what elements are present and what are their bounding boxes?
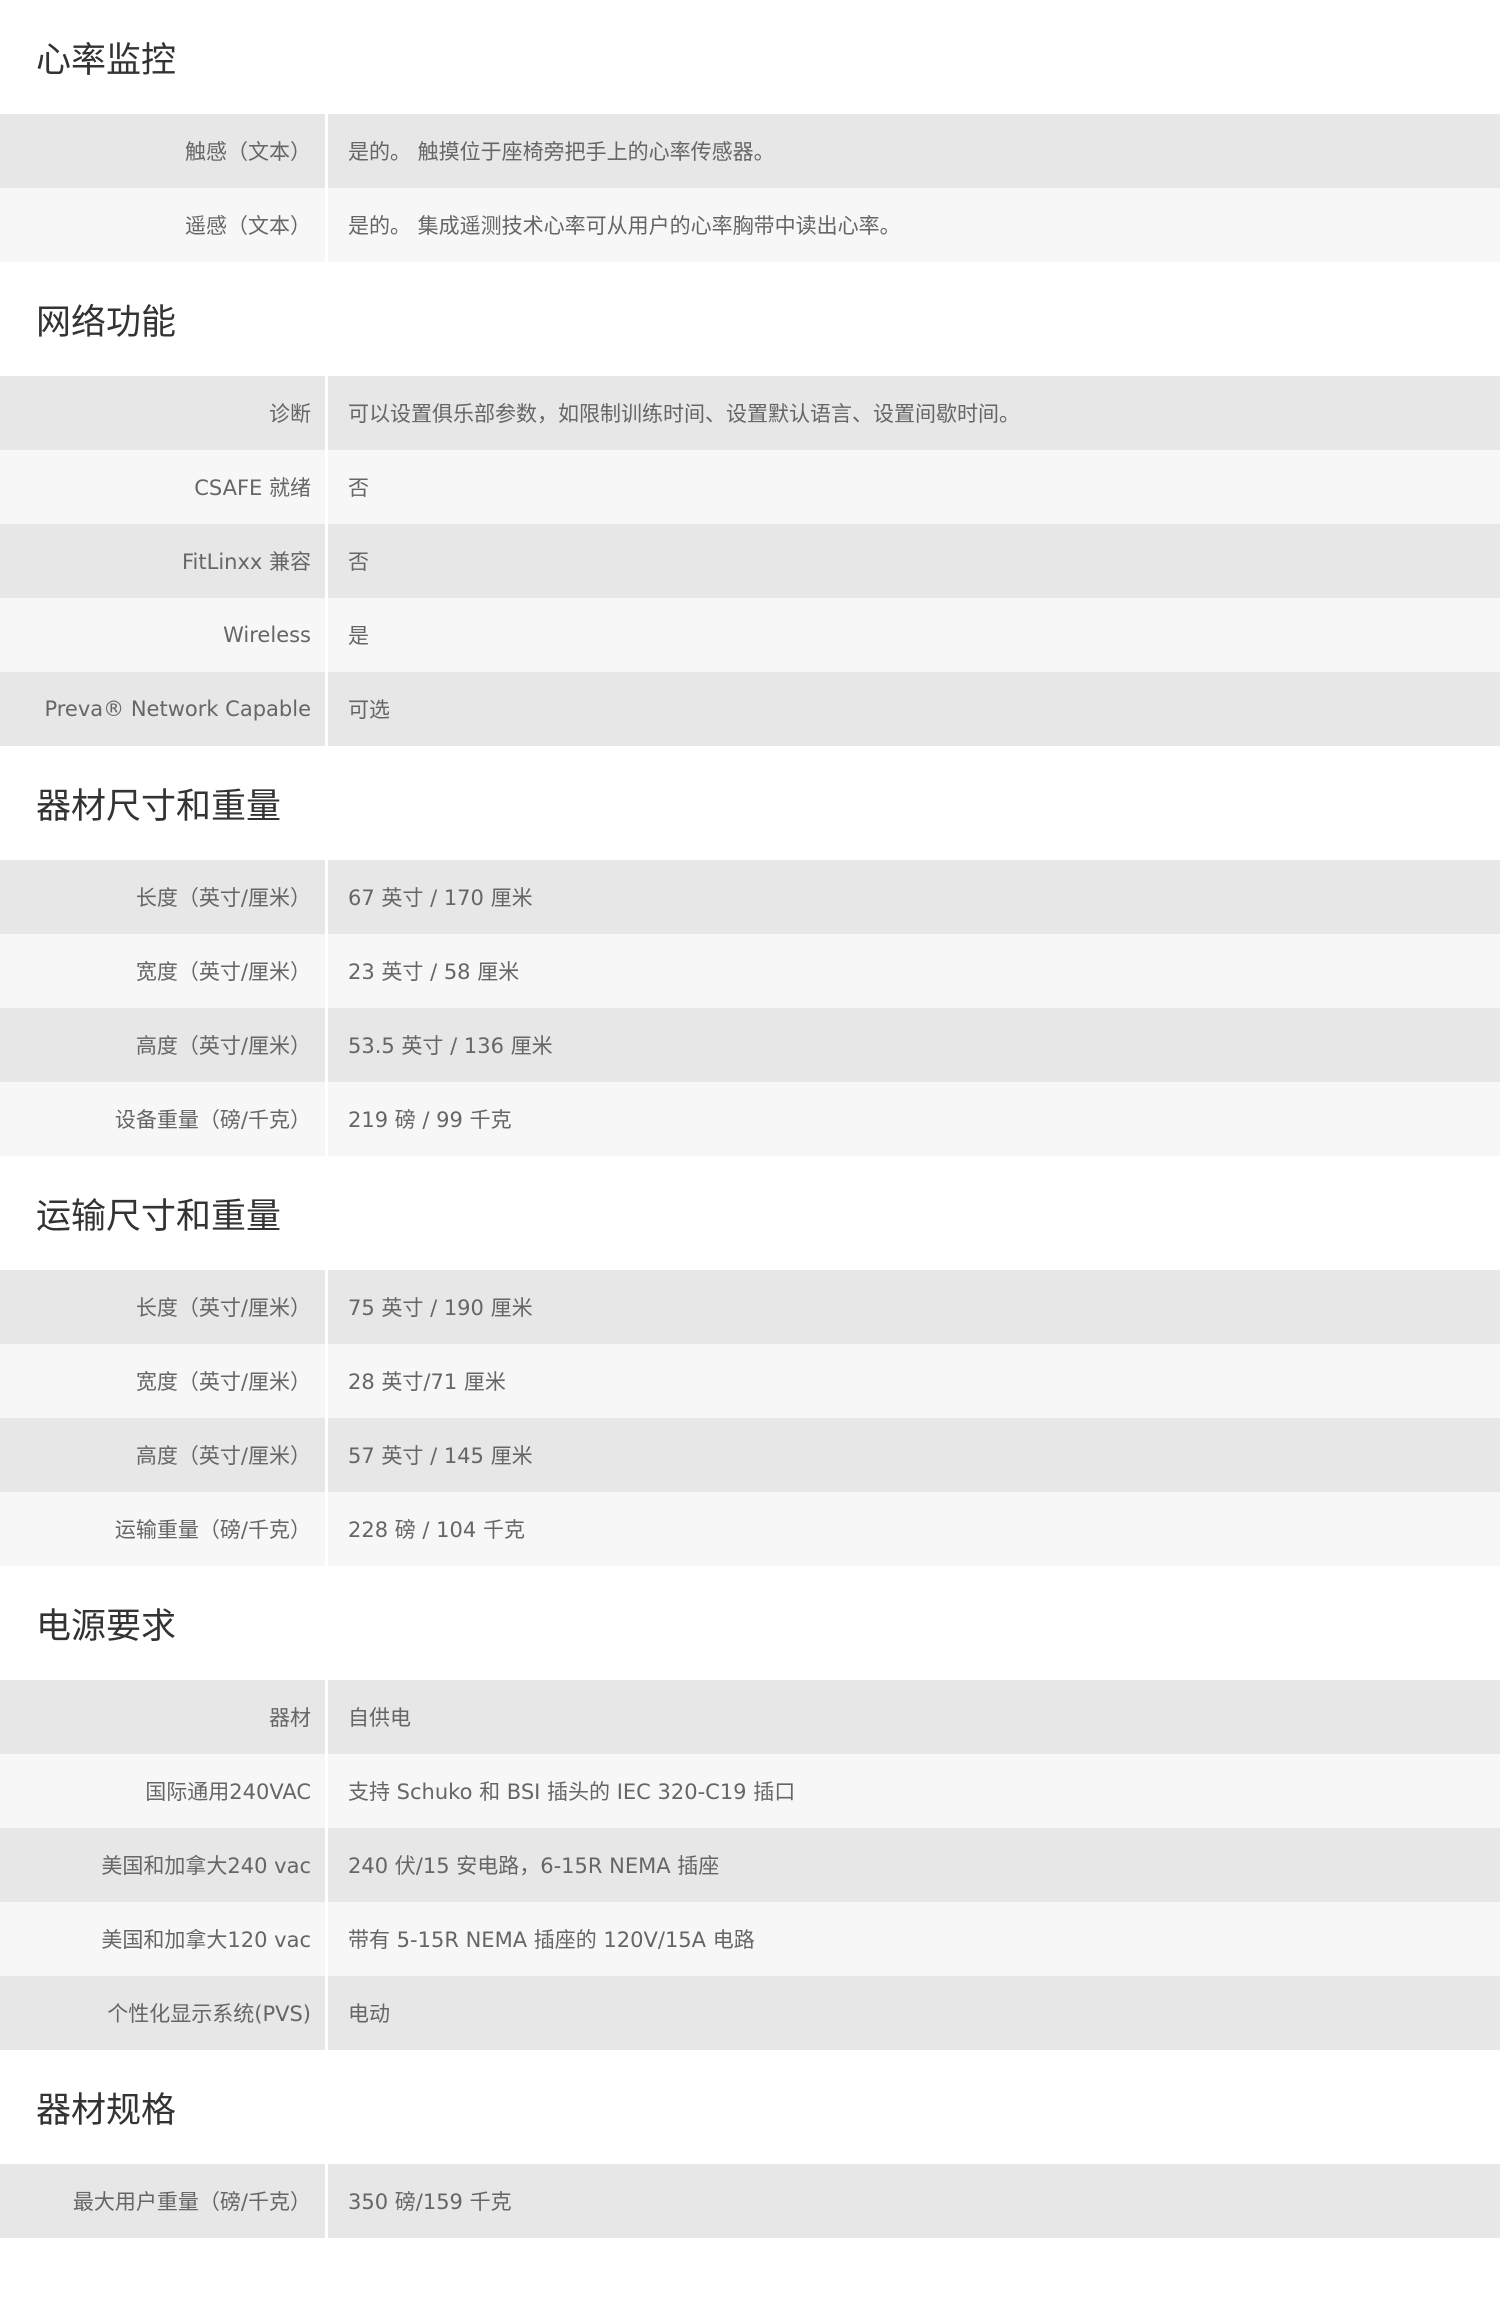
spec-value: 57 英寸 / 145 厘米	[348, 1444, 533, 1468]
spec-value: 带有 5-15R NEMA 插座的 120V/15A 电路	[348, 1928, 755, 1952]
spec-label: 诊断	[0, 376, 328, 450]
section-title: 网络功能	[36, 302, 177, 343]
spec-label: CSAFE 就绪	[0, 450, 328, 524]
spec-row: 设备重量（磅/千克） 219 磅 / 99 千克	[0, 1082, 1500, 1156]
spec-value: 53.5 英寸 / 136 厘米	[348, 1034, 553, 1058]
spec-value: 支持 Schuko 和 BSI 插头的 IEC 320-C19 插口	[348, 1780, 796, 1804]
section-power-requirements: 电源要求 器材 自供电 国际通用240VAC 支持 Schuko 和 BSI 插…	[0, 1566, 1500, 2050]
spec-row: 国际通用240VAC 支持 Schuko 和 BSI 插头的 IEC 320-C…	[0, 1754, 1500, 1828]
spec-label: 美国和加拿大120 vac	[0, 1902, 328, 1976]
spec-row: 遥感（文本） 是的。 集成遥测技术心率可从用户的心率胸带中读出心率。	[0, 188, 1500, 262]
spec-row: 宽度（英寸/厘米） 23 英寸 / 58 厘米	[0, 934, 1500, 1008]
spec-label: 宽度（英寸/厘米）	[0, 1344, 328, 1418]
spec-row: 高度（英寸/厘米） 53.5 英寸 / 136 厘米	[0, 1008, 1500, 1082]
spec-value: 350 磅/159 千克	[348, 2190, 512, 2214]
spec-row: FitLinxx 兼容 否	[0, 524, 1500, 598]
spec-label: 美国和加拿大240 vac	[0, 1828, 328, 1902]
spec-row: Preva® Network Capable 可选	[0, 672, 1500, 746]
spec-row: 器材 自供电	[0, 1680, 1500, 1754]
section-title: 器材尺寸和重量	[36, 786, 282, 827]
spec-row: 高度（英寸/厘米） 57 英寸 / 145 厘米	[0, 1418, 1500, 1492]
section-equipment-specs: 器材规格 最大用户重量（磅/千克） 350 磅/159 千克	[0, 2050, 1500, 2238]
spec-row: 长度（英寸/厘米） 67 英寸 / 170 厘米	[0, 860, 1500, 934]
spec-row: 美国和加拿大120 vac 带有 5-15R NEMA 插座的 120V/15A…	[0, 1902, 1500, 1976]
spec-row: 个性化显示系统(PVS) 电动	[0, 1976, 1500, 2050]
spec-label: 设备重量（磅/千克）	[0, 1082, 328, 1156]
spec-label: 高度（英寸/厘米）	[0, 1418, 328, 1492]
spec-row: CSAFE 就绪 否	[0, 450, 1500, 524]
spec-row: 触感（文本） 是的。 触摸位于座椅旁把手上的心率传感器。	[0, 114, 1500, 188]
spec-label: FitLinxx 兼容	[0, 524, 328, 598]
spec-value: 23 英寸 / 58 厘米	[348, 960, 520, 984]
spec-label: 个性化显示系统(PVS)	[0, 1976, 328, 2050]
spec-page: 心率监控 触感（文本） 是的。 触摸位于座椅旁把手上的心率传感器。 遥感（文本）…	[0, 0, 1500, 2322]
section-equipment-dimensions: 器材尺寸和重量 长度（英寸/厘米） 67 英寸 / 170 厘米 宽度（英寸/厘…	[0, 746, 1500, 1156]
spec-label: 器材	[0, 1680, 328, 1754]
spec-label: 长度（英寸/厘米）	[0, 860, 328, 934]
spec-value: 是的。 集成遥测技术心率可从用户的心率胸带中读出心率。	[348, 214, 901, 238]
spec-value: 电动	[348, 2002, 390, 2026]
spec-row: 宽度（英寸/厘米） 28 英寸/71 厘米	[0, 1344, 1500, 1418]
spec-label: 宽度（英寸/厘米）	[0, 934, 328, 1008]
spec-label: 触感（文本）	[0, 114, 328, 188]
spec-row: Wireless 是	[0, 598, 1500, 672]
spec-label: 高度（英寸/厘米）	[0, 1008, 328, 1082]
spec-value: 是的。 触摸位于座椅旁把手上的心率传感器。	[348, 140, 775, 164]
spec-row: 长度（英寸/厘米） 75 英寸 / 190 厘米	[0, 1270, 1500, 1344]
section-network: 网络功能 诊断 可以设置俱乐部参数，如限制训练时间、设置默认语言、设置间歇时间。…	[0, 262, 1500, 746]
section-title: 电源要求	[36, 1606, 177, 1647]
spec-row: 美国和加拿大240 vac 240 伏/15 安电路，6-15R NEMA 插座	[0, 1828, 1500, 1902]
spec-row: 运输重量（磅/千克） 228 磅 / 104 千克	[0, 1492, 1500, 1566]
spec-label: Preva® Network Capable	[0, 672, 328, 746]
spec-row: 诊断 可以设置俱乐部参数，如限制训练时间、设置默认语言、设置间歇时间。	[0, 376, 1500, 450]
spec-value: 可以设置俱乐部参数，如限制训练时间、设置默认语言、设置间歇时间。	[348, 402, 1020, 426]
spec-value: 67 英寸 / 170 厘米	[348, 886, 533, 910]
spec-value: 是	[348, 624, 369, 648]
section-title: 运输尺寸和重量	[36, 1196, 282, 1237]
spec-value: 可选	[348, 698, 390, 722]
section-title: 心率监控	[36, 40, 177, 81]
spec-value: 228 磅 / 104 千克	[348, 1518, 525, 1542]
section-shipping-dimensions: 运输尺寸和重量 长度（英寸/厘米） 75 英寸 / 190 厘米 宽度（英寸/厘…	[0, 1156, 1500, 1566]
spec-value: 否	[348, 476, 369, 500]
spec-label: Wireless	[0, 598, 328, 672]
section-heart-rate: 心率监控 触感（文本） 是的。 触摸位于座椅旁把手上的心率传感器。 遥感（文本）…	[0, 0, 1500, 262]
spec-value: 28 英寸/71 厘米	[348, 1370, 506, 1394]
spec-value: 219 磅 / 99 千克	[348, 1108, 512, 1132]
spec-value: 否	[348, 550, 369, 574]
spec-value: 240 伏/15 安电路，6-15R NEMA 插座	[348, 1854, 720, 1878]
spec-label: 国际通用240VAC	[0, 1754, 328, 1828]
section-title: 器材规格	[36, 2090, 177, 2131]
spec-value: 75 英寸 / 190 厘米	[348, 1296, 533, 1320]
spec-row: 最大用户重量（磅/千克） 350 磅/159 千克	[0, 2164, 1500, 2238]
spec-label: 长度（英寸/厘米）	[0, 1270, 328, 1344]
spec-label: 运输重量（磅/千克）	[0, 1492, 328, 1566]
spec-value: 自供电	[348, 1706, 411, 1730]
spec-label: 遥感（文本）	[0, 188, 328, 262]
spec-label: 最大用户重量（磅/千克）	[0, 2164, 328, 2238]
